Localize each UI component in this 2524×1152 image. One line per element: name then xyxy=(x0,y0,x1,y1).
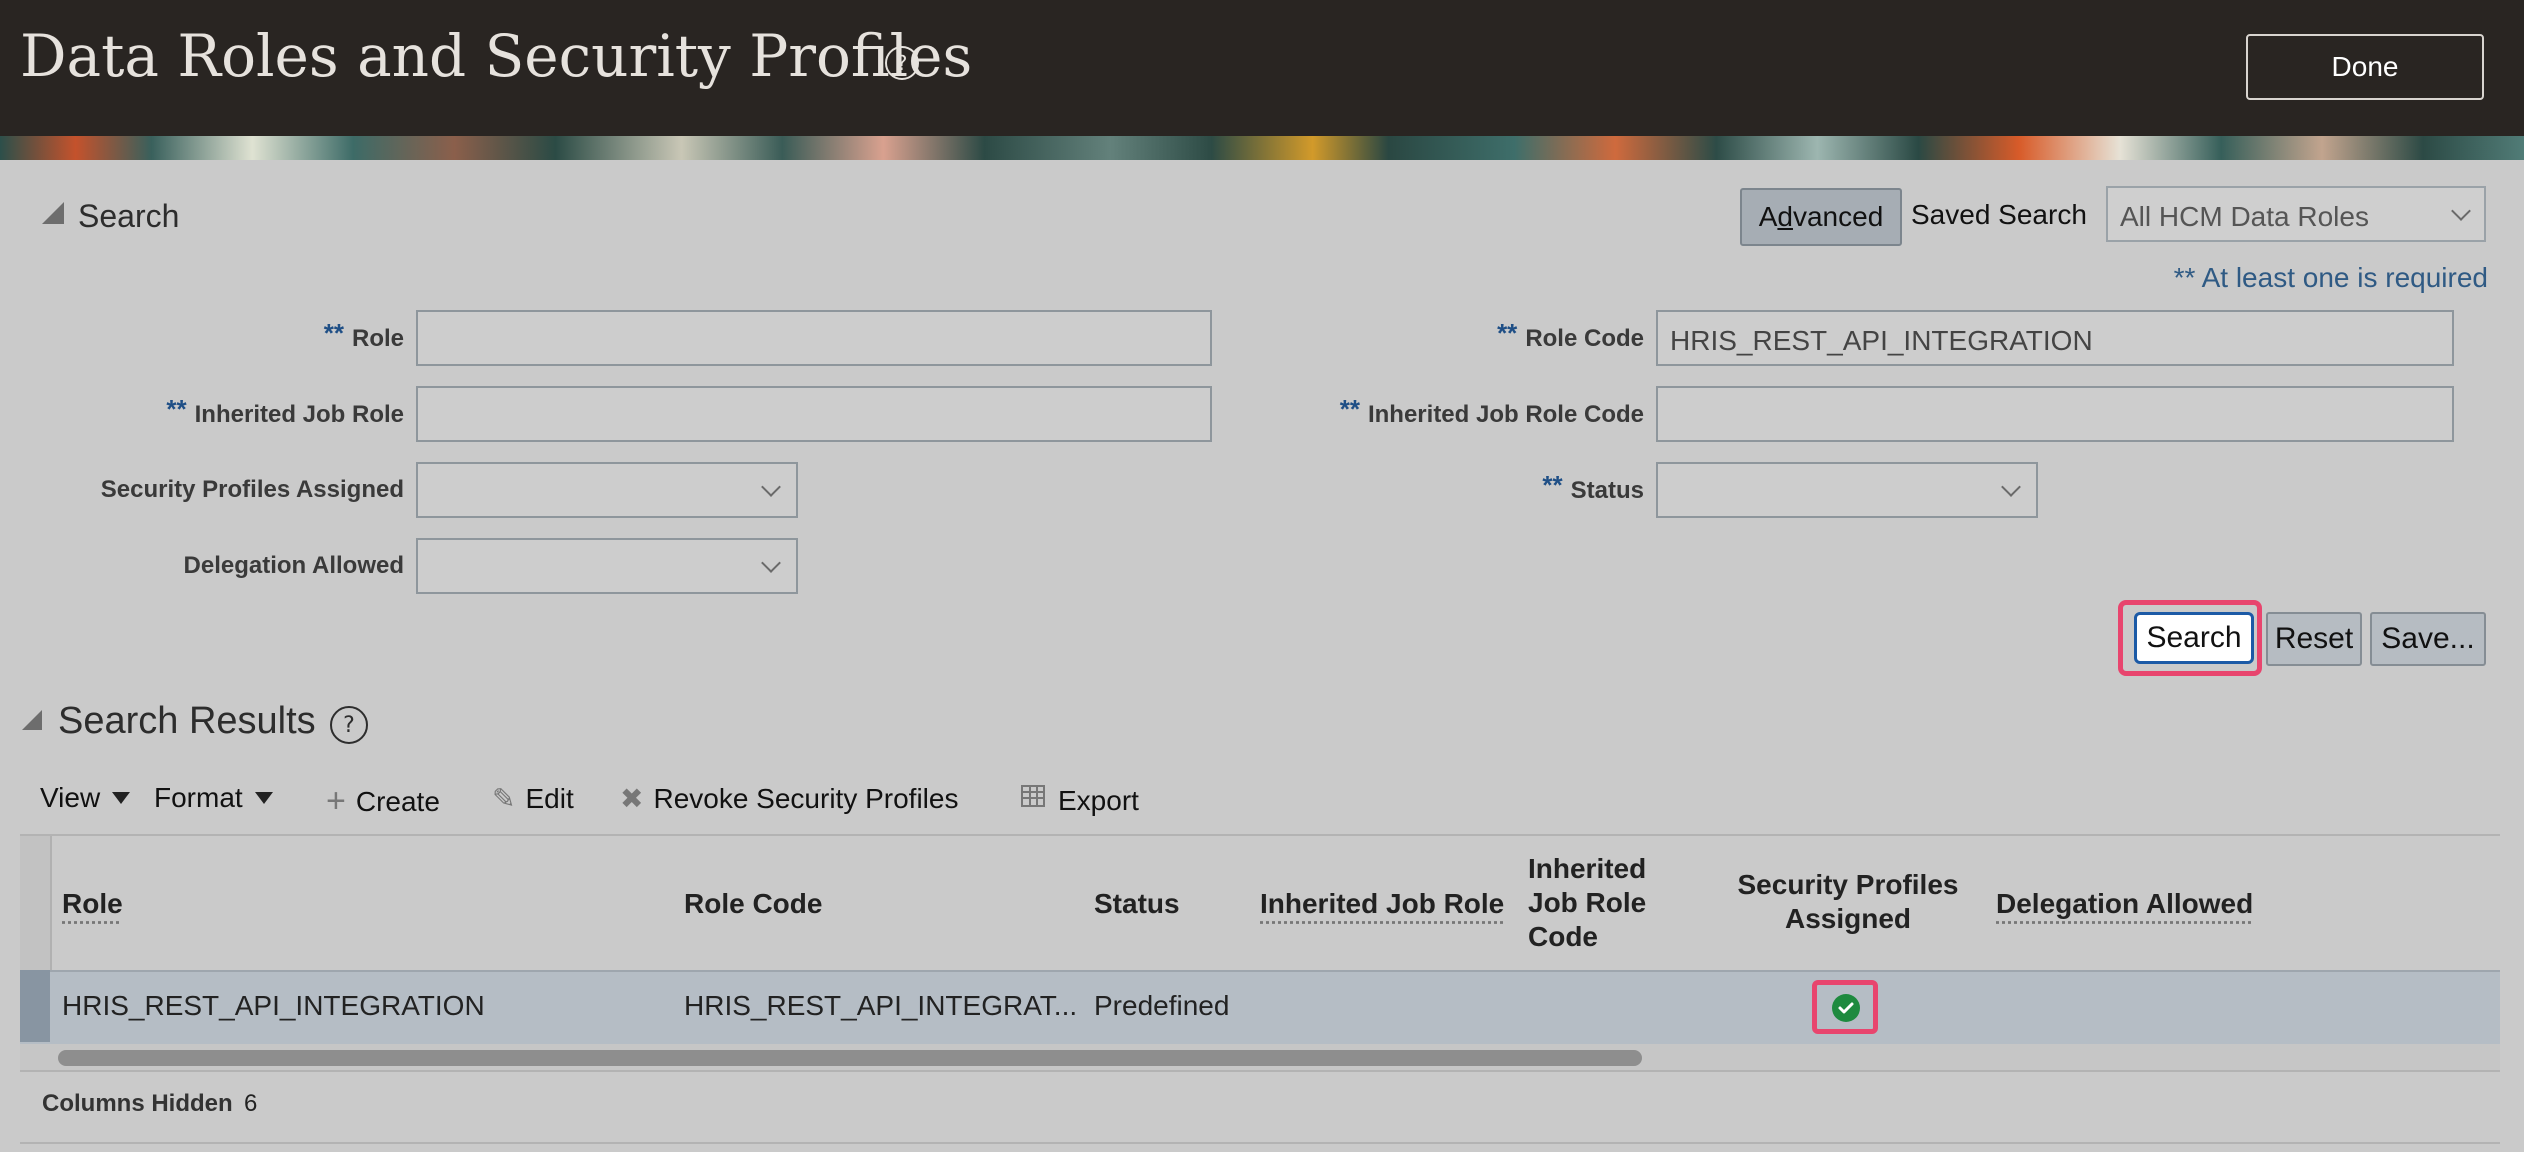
saved-search-value: All HCM Data Roles xyxy=(2120,201,2369,232)
inherited-job-role-code-input[interactable] xyxy=(1656,386,2454,442)
column-header-inherited-job-role[interactable]: Inherited Job Role xyxy=(1260,888,1504,920)
delegation-allowed-label: Delegation Allowed xyxy=(183,552,404,579)
cell-status: Predefined xyxy=(1094,990,1230,1021)
check-circle-icon xyxy=(1832,994,1860,1022)
role-input[interactable] xyxy=(416,310,1212,366)
scrollbar-thumb[interactable] xyxy=(58,1050,1642,1066)
inherited-job-role-code-label: ** Inherited Job Role Code xyxy=(1339,394,1644,428)
inherited-job-role-label: ** Inherited Job Role xyxy=(166,394,404,428)
row-selected-marker xyxy=(20,970,50,1042)
help-icon[interactable]: ? xyxy=(885,46,919,80)
done-button[interactable]: Done xyxy=(2246,34,2484,100)
export-button[interactable]: Export xyxy=(1018,782,1139,819)
column-header-role-code[interactable]: Role Code xyxy=(684,888,822,920)
pencil-icon: ✎ xyxy=(492,783,516,814)
search-button[interactable]: Search xyxy=(2134,612,2254,664)
role-label: ** Role xyxy=(323,318,404,352)
chevron-down-icon xyxy=(2001,477,2021,497)
format-menu[interactable]: Format xyxy=(154,782,273,814)
columns-hidden-label: Columns Hidden xyxy=(42,1090,233,1117)
footer-divider xyxy=(20,1142,2500,1144)
column-header-security-profiles-assigned[interactable]: Security Profiles Assigned xyxy=(1718,868,1978,936)
status-label: ** Status xyxy=(1542,470,1644,504)
saved-search-label: Saved Search xyxy=(1911,199,2087,230)
columns-hidden-count: 6 xyxy=(244,1090,258,1117)
required-note: ** At least one is required xyxy=(2173,262,2488,293)
chevron-down-icon xyxy=(761,553,781,573)
create-button[interactable]: + Create xyxy=(326,782,440,821)
search-section-title: Search xyxy=(78,198,180,234)
export-grid-icon xyxy=(1018,782,1048,819)
caret-down-icon xyxy=(254,792,273,804)
saved-search-select[interactable]: All HCM Data Roles xyxy=(2106,186,2486,242)
column-header-role[interactable]: Role xyxy=(62,888,123,920)
advanced-button[interactable]: Ad vanced xyxy=(1740,188,1902,246)
reset-button[interactable]: Reset xyxy=(2266,612,2362,666)
inherited-job-role-input[interactable] xyxy=(416,386,1212,442)
decorative-banner xyxy=(0,136,2524,160)
revoke-security-profiles-button[interactable]: ✖ Revoke Security Profiles xyxy=(620,782,958,815)
edit-button[interactable]: ✎ Edit xyxy=(492,782,574,815)
page-title: Data Roles and Security Profiles xyxy=(20,22,973,90)
close-icon: ✖ xyxy=(620,783,644,814)
plus-icon: + xyxy=(326,782,346,820)
chevron-down-icon xyxy=(761,477,781,497)
toolbar-divider xyxy=(20,834,2500,836)
security-profiles-assigned-label: Security Profiles Assigned xyxy=(100,476,404,503)
row-selector-column xyxy=(20,836,52,972)
column-header-delegation-allowed[interactable]: Delegation Allowed xyxy=(1996,888,2253,920)
caret-down-icon xyxy=(112,792,131,804)
save-search-button[interactable]: Save... xyxy=(2370,612,2486,666)
help-icon[interactable]: ? xyxy=(330,706,368,744)
chevron-down-icon xyxy=(2451,201,2471,221)
column-header-status[interactable]: Status xyxy=(1094,888,1180,920)
security-profiles-assigned-select[interactable] xyxy=(416,462,798,518)
cell-role: HRIS_REST_API_INTEGRATION xyxy=(62,990,485,1021)
search-results-title: Search Results xyxy=(58,700,316,742)
delegation-allowed-select[interactable] xyxy=(416,538,798,594)
status-select[interactable] xyxy=(1656,462,2038,518)
page-header: Data Roles and Security Profiles ? Done xyxy=(0,0,2524,136)
cell-role-code: HRIS_REST_API_INTEGRAT... xyxy=(684,990,1078,1021)
column-header-inherited-job-role-code[interactable]: Inherited Job Role Code xyxy=(1528,852,1658,954)
view-menu[interactable]: View xyxy=(40,782,131,814)
role-code-label: ** Role Code xyxy=(1497,318,1644,352)
collapse-results-icon[interactable] xyxy=(22,710,42,730)
role-code-input[interactable]: HRIS_REST_API_INTEGRATION xyxy=(1656,310,2454,366)
collapse-search-icon[interactable] xyxy=(42,202,64,224)
table-bottom-divider xyxy=(20,1070,2500,1072)
